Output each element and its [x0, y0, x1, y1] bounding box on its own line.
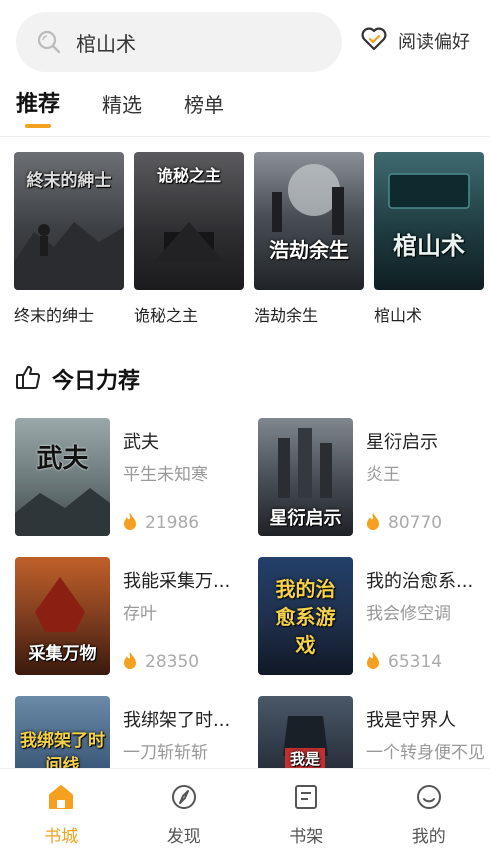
list-item[interactable]: 我的治愈系游戏 我的治愈系... 我会修空调 65314: [258, 557, 488, 677]
search-icon: [34, 27, 64, 57]
featured-book-title: 浩劫余生: [254, 306, 319, 325]
book-cover: 星衍启示: [258, 418, 353, 536]
book-title: 武夫: [123, 432, 159, 453]
book-cover: 采集万物: [15, 557, 110, 675]
popularity: 65314: [366, 651, 442, 673]
popularity: 21986: [123, 512, 199, 534]
reading-preference-button[interactable]: 阅读偏好: [360, 26, 470, 56]
search-input[interactable]: 棺山术: [16, 12, 342, 72]
divider: [0, 136, 490, 137]
tab-selected[interactable]: 精选: [102, 89, 142, 118]
book-author: 平生未知寒: [123, 465, 208, 485]
popularity-count: 80770: [388, 513, 443, 533]
popularity-count: 65314: [388, 652, 443, 672]
book-cover: 武夫: [15, 418, 110, 536]
tab-rankings[interactable]: 榜单: [184, 89, 224, 118]
book-title: 我是守界人: [366, 710, 456, 731]
book-cover: 我的治愈系游戏: [258, 557, 353, 675]
featured-books: 終末的紳士 终末的绅士 诡秘之主 诡秘之主 浩劫余生 浩劫余生 棺山术 棺山术: [14, 152, 484, 326]
fire-icon: [366, 512, 380, 534]
book-author: 炎王: [366, 465, 400, 485]
cover-title: 終末的紳士: [26, 171, 112, 191]
nav-label: 书城: [44, 827, 79, 847]
cover-title: 我是: [285, 748, 325, 769]
featured-book-title: 终末的绅士: [14, 306, 95, 325]
section-title: 今日力荐: [52, 369, 141, 394]
nav-bookstore[interactable]: 书城: [16, 782, 106, 847]
fire-icon: [366, 651, 380, 673]
book-cover: 浩劫余生: [254, 152, 364, 290]
tab-recommend[interactable]: 推荐: [16, 86, 60, 128]
book-author: 一刀斩斩斩: [123, 743, 208, 763]
bottom-nav: 书城 发现 书架 我的: [0, 768, 490, 860]
featured-book-card[interactable]: 浩劫余生 浩劫余生: [254, 152, 364, 326]
nav-profile[interactable]: 我的: [384, 782, 474, 847]
list-item[interactable]: 星衍启示 星衍启示 炎王 80770: [258, 418, 488, 538]
nav-discover[interactable]: 发现: [139, 782, 229, 847]
book-cover: 終末的紳士: [14, 152, 124, 290]
cover-title: 浩劫余生: [269, 238, 349, 262]
list-item[interactable]: 武夫 武夫 平生未知寒 21986: [15, 418, 245, 538]
popularity-count: 28350: [145, 652, 200, 672]
heart-icon: [360, 26, 388, 56]
popularity: 80770: [366, 512, 442, 534]
cover-title: 棺山术: [393, 231, 465, 260]
cover-title: 采集万物: [28, 644, 97, 664]
featured-book-card[interactable]: 诡秘之主 诡秘之主: [134, 152, 244, 326]
book-title: 我的治愈系...: [366, 571, 474, 592]
book-author: 存叶: [123, 604, 157, 624]
nav-bookshelf[interactable]: 书架: [261, 782, 351, 847]
cover-title: 武夫: [36, 444, 89, 474]
featured-book-card[interactable]: 棺山术 棺山术: [374, 152, 484, 326]
featured-book-card[interactable]: 終末的紳士 终末的绅士: [14, 152, 124, 326]
nav-label: 我的: [411, 827, 446, 847]
fire-icon: [123, 512, 137, 534]
reading-preference-label: 阅读偏好: [398, 32, 470, 53]
nav-label: 书架: [289, 827, 324, 847]
bookshelf-icon: [291, 782, 321, 816]
list-item[interactable]: 采集万物 我能采集万... 存叶 28350: [15, 557, 245, 677]
cover-title: 诡秘之主: [156, 166, 221, 185]
profile-icon: [414, 782, 444, 816]
featured-book-title: 诡秘之主: [134, 306, 199, 325]
compass-icon: [169, 782, 199, 816]
featured-book-title: 棺山术: [374, 306, 423, 325]
popularity: 28350: [123, 651, 199, 673]
section-header: 今日力荐: [14, 363, 140, 395]
cover-title: 我的治愈系游戏: [275, 577, 336, 657]
fire-icon: [123, 651, 137, 673]
thumbs-up-icon: [14, 363, 42, 395]
cover-title: 星衍启示: [269, 508, 342, 529]
book-title: 我绑架了时...: [123, 710, 231, 731]
home-icon: [46, 782, 76, 816]
book-title: 星衍启示: [366, 432, 438, 453]
popularity-count: 21986: [145, 513, 200, 533]
book-cover: 诡秘之主: [134, 152, 244, 290]
book-author: 一个转身便不见: [366, 743, 484, 763]
nav-label: 发现: [166, 827, 201, 847]
book-title: 我能采集万...: [123, 571, 231, 592]
book-cover: 棺山术: [374, 152, 484, 290]
search-query: 棺山术: [76, 31, 136, 56]
book-author: 我会修空调: [366, 604, 451, 624]
tab-bar: 推荐 精选 榜单: [16, 86, 266, 128]
